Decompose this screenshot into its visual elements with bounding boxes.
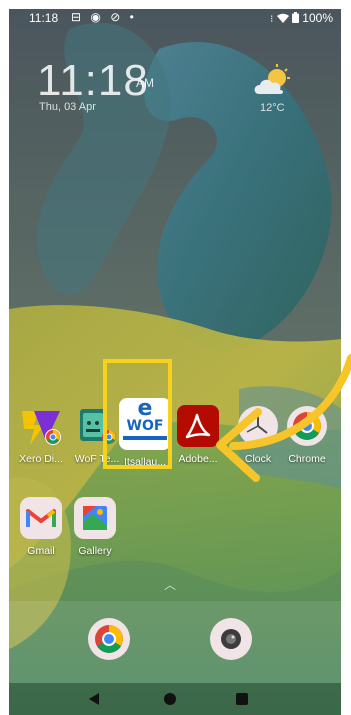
clock-widget-date[interactable]: Thu, 03 Apr [39, 101, 96, 113]
partly-cloudy-icon[interactable] [253, 64, 291, 98]
dock-chrome-icon[interactable] [87, 617, 131, 661]
adobe-acrobat-icon [177, 405, 219, 447]
clock-icon [237, 405, 279, 447]
check-icon: ⊘ [110, 10, 124, 24]
chevron-up-icon[interactable]: ︿ [164, 576, 176, 593]
frame-top [0, 0, 351, 9]
status-time: 11:18 [29, 11, 59, 25]
frame-left [0, 0, 9, 715]
chrome-icon [286, 405, 328, 447]
xero-icon [20, 405, 62, 447]
battery-percent: 100% [302, 11, 333, 25]
dot-icon: • [129, 10, 137, 24]
clock-widget-time[interactable]: 11:18 [37, 56, 149, 106]
home-screen: 11:18 ⊟ ◉ ⊘ • ⁝ 100% 11:18 AM Thu, 03 Ap… [9, 9, 341, 715]
phone-screenshot: 11:18 ⊟ ◉ ⊘ • ⁝ 100% 11:18 AM Thu, 03 Ap… [0, 0, 351, 715]
navigation-bar [9, 683, 341, 715]
recents-icon[interactable] [235, 692, 249, 706]
app-xero[interactable]: Xero Di... [11, 405, 71, 465]
gmail-icon [20, 497, 62, 539]
back-icon[interactable] [87, 692, 101, 706]
app-label: Adobe... [178, 453, 218, 465]
highlight-box [103, 359, 172, 469]
vibrate-icon: ⁝ [270, 14, 274, 25]
app-label: Chrome [288, 453, 326, 465]
weather-temperature[interactable]: 12°C [260, 102, 285, 114]
app-icon: ◉ [90, 10, 104, 24]
battery-icon [291, 12, 299, 23]
app-chrome[interactable]: Chrome [277, 405, 337, 465]
app-adobe-acrobat[interactable]: Adobe... [168, 405, 228, 465]
frame-right [341, 0, 351, 715]
home-icon[interactable] [163, 692, 177, 706]
notification-icons: ⊟ ◉ ⊘ • [71, 10, 137, 24]
app-label: Xero Di... [19, 453, 63, 465]
status-bar: 11:18 ⊟ ◉ ⊘ • ⁝ 100% [9, 9, 341, 27]
status-right: ⁝ 100% [270, 11, 333, 25]
sim-icon: ⊟ [71, 10, 85, 24]
app-label: Gallery [78, 545, 112, 557]
dock-camera-icon[interactable] [209, 617, 253, 661]
app-gallery[interactable]: Gallery [65, 497, 125, 557]
wifi-icon [276, 13, 289, 23]
app-label: Gmail [27, 545, 55, 557]
gallery-icon [74, 497, 116, 539]
app-gmail[interactable]: Gmail [11, 497, 71, 557]
clock-widget-ampm: AM [136, 76, 154, 90]
dock [9, 601, 341, 683]
